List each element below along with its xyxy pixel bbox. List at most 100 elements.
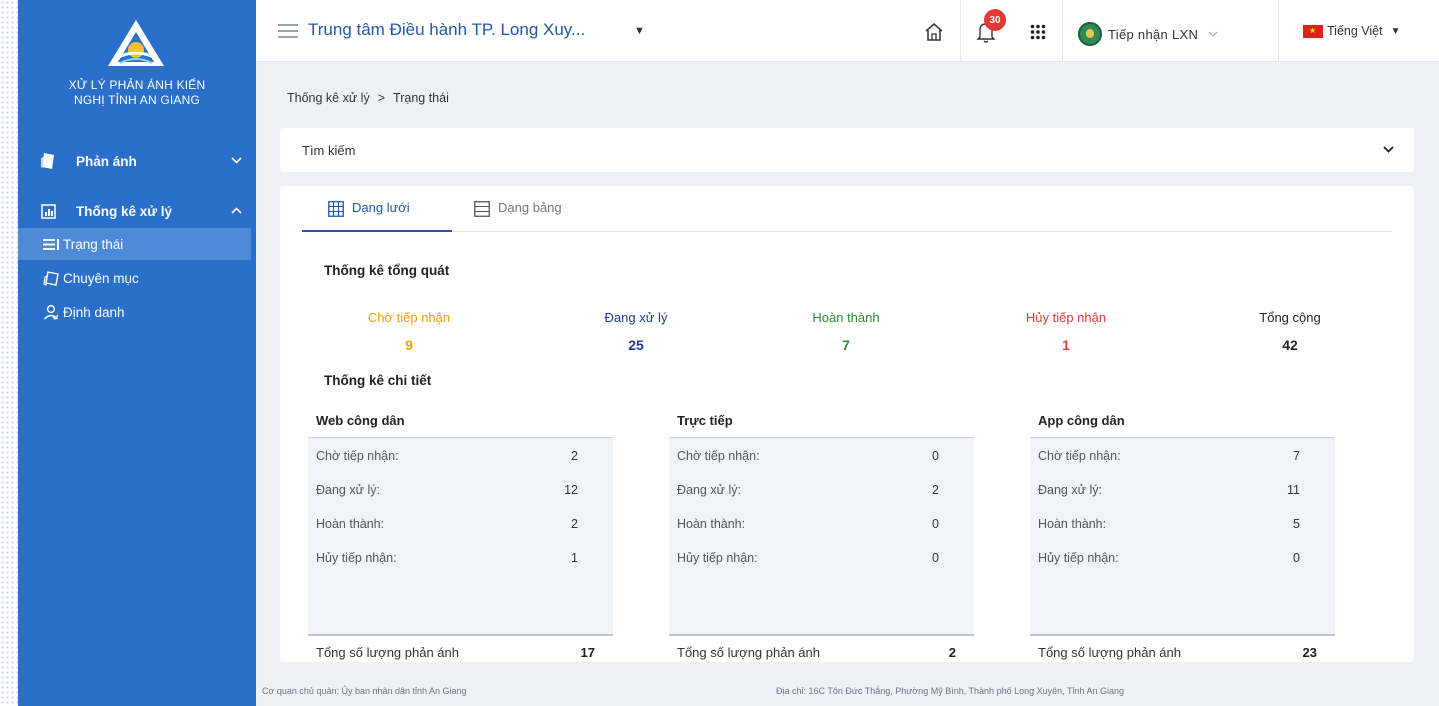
- stat-value: 2: [571, 517, 578, 531]
- breadcrumb: Thống kê xử lý > Trạng thái: [287, 91, 449, 105]
- stat-label: Hoàn thành:: [316, 517, 385, 531]
- tab-label: Dạng bảng: [498, 200, 562, 215]
- stat-value: 5: [1293, 517, 1300, 531]
- tab-grid-view[interactable]: Dạng lưới: [302, 200, 452, 232]
- stat-label: Hủy tiếp nhận:: [1038, 551, 1119, 565]
- folder-icon: [42, 270, 60, 287]
- sidebar-item-chuyen-muc[interactable]: Chuyên mục: [18, 262, 251, 294]
- tab-table-view[interactable]: Dạng bảng: [474, 200, 604, 232]
- breadcrumb-current: Trạng thái: [393, 91, 449, 105]
- grid-icon: [328, 201, 344, 220]
- total-label: Tổng số lượng phản ánh: [1038, 645, 1181, 660]
- stat-label: Hủy tiếp nhận:: [316, 551, 397, 565]
- topbar-divider: [1062, 0, 1063, 62]
- language-selector[interactable]: Tiếng Việt ▼: [1303, 24, 1401, 38]
- home-icon[interactable]: [922, 18, 946, 46]
- menu-icon[interactable]: [278, 24, 298, 38]
- center-selector[interactable]: Trung tâm Điều hành TP. Long Xuy...: [308, 20, 585, 40]
- caret-down-icon: ▼: [1390, 25, 1401, 37]
- card-total: Tổng số lượng phản ánh 17: [308, 634, 613, 662]
- table-icon: [474, 201, 490, 220]
- sidebar: XỬ LÝ PHẢN ÁNH KIẾN NGHỊ TỈNH AN GIANG P…: [18, 0, 256, 706]
- document-icon: [38, 152, 58, 170]
- breadcrumb-separator: >: [377, 91, 386, 105]
- tab-label: Dạng lưới: [352, 200, 410, 215]
- language-label: Tiếng Việt: [1327, 24, 1383, 38]
- user-icon: [42, 304, 60, 320]
- vietnam-flag-icon: [1303, 24, 1323, 38]
- sidebar-item-label: Chuyên mục: [63, 270, 139, 286]
- page-edge: [0, 0, 18, 706]
- stat-row: Hoàn thành: 0: [677, 517, 957, 537]
- card-title: Trực tiếp: [669, 408, 974, 438]
- total-label: Tổng số lượng phản ánh: [677, 645, 820, 660]
- search-label: Tìm kiếm: [302, 143, 356, 158]
- search-panel[interactable]: Tìm kiếm: [280, 128, 1414, 172]
- stat-row: Hủy tiếp nhận: 1: [316, 551, 596, 571]
- nav-group-thong-ke[interactable]: Thống kê xử lý: [18, 196, 256, 226]
- summary-value: 7: [842, 337, 850, 353]
- stat-label: Hoàn thành:: [677, 517, 746, 531]
- chevron-up-icon: [231, 205, 242, 217]
- user-menu[interactable]: Tiếp nhận LXN: [1078, 22, 1218, 46]
- total-label: Tổng số lượng phản ánh: [316, 645, 459, 660]
- stat-row: Hoàn thành: 5: [1038, 517, 1318, 537]
- summary-label: Đang xử lý: [604, 310, 668, 325]
- sidebar-item-label: Trạng thái: [63, 236, 124, 252]
- chevron-down-icon: [231, 155, 242, 167]
- summary-label: Hoàn thành: [812, 310, 880, 325]
- brand-title: XỬ LÝ PHẢN ÁNH KIẾN NGHỊ TỈNH AN GIANG: [18, 78, 256, 108]
- brand-line-2: NGHỊ TỈNH AN GIANG: [73, 93, 201, 107]
- topbar-divider: [960, 0, 961, 62]
- stat-row: Chờ tiếp nhận: 0: [677, 449, 957, 469]
- summary-cancelled: Hủy tiếp nhận 1: [976, 310, 1156, 353]
- total-value: 17: [580, 645, 595, 660]
- stat-value: 11: [1287, 483, 1300, 497]
- stat-row: Đang xử lý: 11: [1038, 483, 1318, 503]
- stat-label: Hoàn thành:: [1038, 517, 1107, 531]
- stat-row: Chờ tiếp nhận: 7: [1038, 449, 1318, 469]
- summary-label: Tổng cộng: [1259, 310, 1321, 325]
- card-body: Chờ tiếp nhận: 7 Đang xử lý: 11 Hoàn thành…: [1030, 438, 1335, 634]
- stat-value: 0: [1293, 551, 1300, 565]
- view-tabs: Dạng lưới Dạng bảng: [302, 186, 1392, 232]
- sidebar-item-label: Định danh: [63, 304, 125, 320]
- breadcrumb-parent[interactable]: Thống kê xử lý: [287, 91, 370, 105]
- footer-agency: Cơ quan chủ quản: Ủy ban nhân dân tỉnh A…: [262, 686, 467, 696]
- summary-value: 42: [1282, 337, 1298, 353]
- notification-badge: 30: [984, 9, 1006, 31]
- stat-label: Đang xử lý:: [1038, 483, 1102, 497]
- statistics-panel: Dạng lưới Dạng bảng Thống kê tổng quát C…: [280, 186, 1414, 662]
- card-title: Web công dân: [308, 408, 613, 438]
- caret-down-icon[interactable]: ▼: [634, 25, 645, 37]
- summary-processing: Đang xử lý 25: [546, 310, 726, 353]
- nav-group-label: Thống kê xử lý: [76, 203, 173, 219]
- nav-group-phan-anh[interactable]: Phản ánh: [18, 146, 256, 176]
- chevron-down-icon[interactable]: [1383, 142, 1394, 156]
- stat-value: 0: [932, 517, 939, 531]
- chart-icon: [38, 203, 58, 219]
- summary-total: Tổng cộng 42: [1200, 310, 1380, 353]
- stat-row: Đang xử lý: 2: [677, 483, 957, 503]
- sidebar-item-dinh-danh[interactable]: Định danh: [18, 296, 251, 328]
- card-body: Chờ tiếp nhận: 0 Đang xử lý: 2 Hoàn thành:…: [669, 438, 974, 634]
- user-name: Tiếp nhận LXN: [1108, 26, 1199, 42]
- stat-label: Hủy tiếp nhận:: [677, 551, 758, 565]
- total-value: 2: [948, 645, 956, 660]
- summary-label: Hủy tiếp nhận: [1025, 310, 1107, 325]
- summary-value: 25: [628, 337, 644, 353]
- card-title: App công dân: [1030, 408, 1335, 438]
- summary-title: Thống kê tổng quát: [324, 263, 450, 278]
- summary-completed: Hoàn thành 7: [756, 310, 936, 353]
- brand-line-1: XỬ LÝ PHẢN ÁNH KIẾN: [68, 78, 206, 92]
- stat-label: Đang xử lý:: [316, 483, 380, 497]
- list-icon: [42, 238, 60, 250]
- summary-value: 1: [1062, 337, 1070, 353]
- chevron-down-icon: [1208, 28, 1218, 40]
- stat-value: 1: [571, 551, 578, 565]
- card-total: Tổng số lượng phản ánh 2: [669, 634, 974, 662]
- apps-grid-icon[interactable]: [1026, 18, 1050, 46]
- sidebar-item-trang-thai[interactable]: Trạng thái: [18, 228, 251, 260]
- total-value: 23: [1302, 645, 1317, 660]
- stat-row: Đang xử lý: 12: [316, 483, 596, 503]
